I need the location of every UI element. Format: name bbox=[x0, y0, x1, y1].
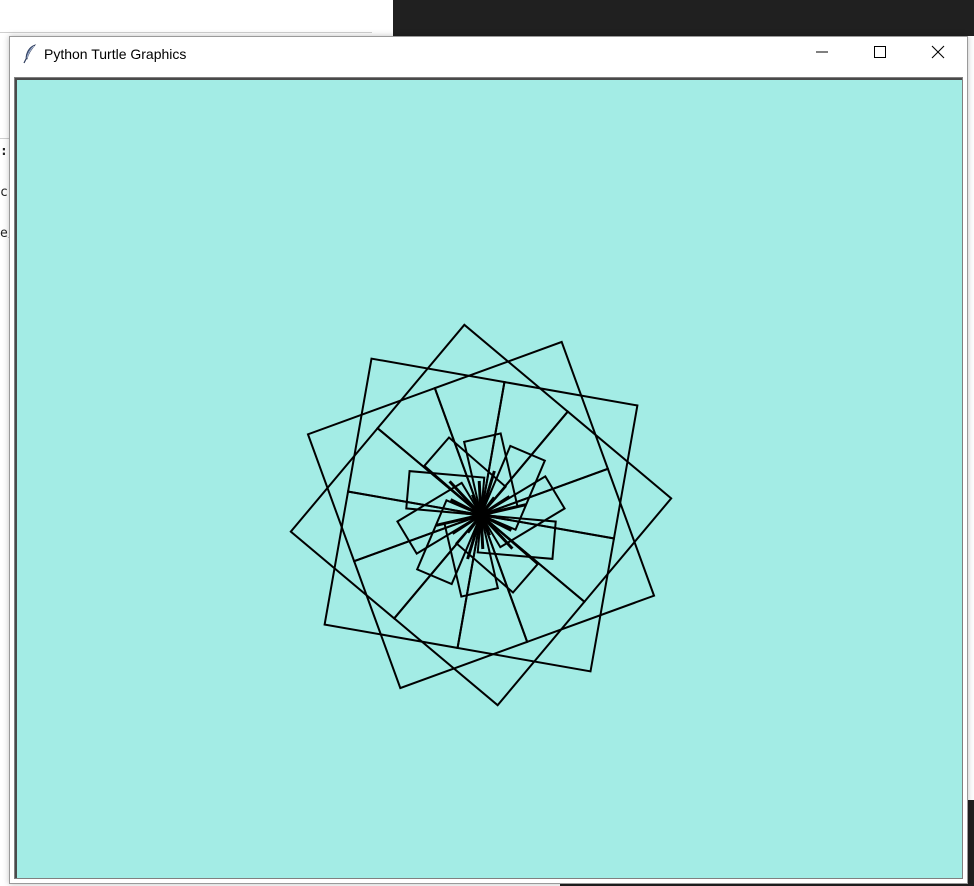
turtle-square-path bbox=[433, 340, 610, 517]
turtle-window: Python Turtle Graphics bbox=[9, 36, 968, 884]
window-bottom-edge bbox=[14, 879, 963, 883]
turtle-canvas[interactable] bbox=[14, 77, 963, 879]
window-title: Python Turtle Graphics bbox=[44, 46, 187, 62]
turtle-square-path bbox=[479, 410, 673, 604]
desktop: : c e/ Python Turtle Graphics bbox=[0, 0, 974, 886]
background-window-divider bbox=[0, 32, 372, 33]
turtle-square-path bbox=[289, 426, 483, 620]
turtle-center-dot bbox=[475, 509, 487, 521]
minimize-icon bbox=[816, 45, 828, 63]
background-text-fragment: : bbox=[0, 145, 8, 159]
maximize-icon bbox=[874, 45, 886, 63]
title-bar[interactable]: Python Turtle Graphics bbox=[10, 37, 967, 73]
turtle-square-path bbox=[352, 513, 529, 690]
maximize-button[interactable] bbox=[851, 37, 909, 71]
close-icon bbox=[931, 45, 945, 64]
turtle-drawing bbox=[289, 323, 673, 707]
background-text-fragment: e/ bbox=[0, 227, 9, 241]
background-dark-window bbox=[393, 0, 974, 36]
close-button[interactable] bbox=[909, 37, 967, 71]
feather-icon bbox=[22, 44, 38, 64]
turtle-square-path bbox=[392, 513, 586, 707]
minimize-button[interactable] bbox=[793, 37, 851, 71]
background-text-fragment: c bbox=[0, 186, 8, 200]
turtle-square-path bbox=[376, 323, 570, 517]
